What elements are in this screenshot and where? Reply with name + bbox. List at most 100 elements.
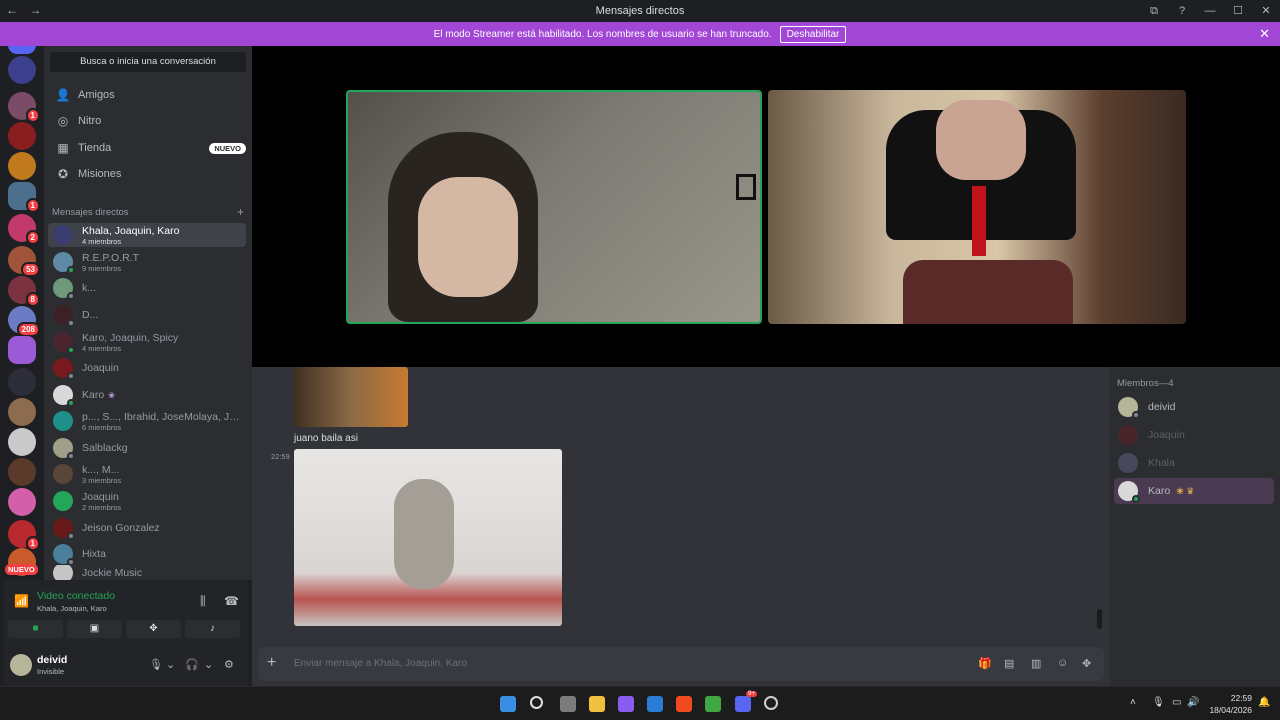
dm-item[interactable]: D... (48, 303, 246, 327)
microphone-icon[interactable]: 🎙 (149, 658, 163, 671)
microphone-icon[interactable]: 🎙 (1152, 697, 1165, 708)
server-icon[interactable] (8, 152, 36, 180)
video-tile[interactable] (768, 90, 1186, 324)
steam-icon[interactable] (764, 696, 778, 710)
sticker-icon[interactable]: ▥ (1031, 657, 1041, 670)
brave-icon[interactable] (676, 696, 692, 712)
member-item[interactable]: Karo ❀ ♛ (1114, 478, 1274, 504)
nav-label: Tienda (78, 142, 112, 154)
clock-time: 22:59 (1230, 693, 1252, 703)
server-icon[interactable]: 8 (8, 276, 40, 307)
search-input[interactable]: Busca o inicia una conversación (50, 52, 246, 72)
inbox-icon[interactable]: ⧉ (1140, 0, 1168, 22)
server-icon[interactable]: 53 (8, 246, 40, 277)
chevron-down-icon[interactable]: ⌄ (166, 658, 175, 671)
server-icon[interactable] (8, 458, 36, 486)
dm-item[interactable]: Karo, Joaquin, Spicy 4 miembros (48, 330, 246, 354)
server-icon[interactable] (8, 488, 36, 516)
server-icon[interactable]: 1 (8, 92, 40, 123)
clock[interactable]: 22:59 18/04/2026 (1209, 692, 1252, 716)
chevron-down-icon[interactable]: ⌄ (204, 658, 213, 671)
server-icon[interactable] (8, 56, 36, 84)
maximize-button[interactable]: ☐ (1224, 0, 1252, 22)
help-icon[interactable]: ? (1168, 0, 1196, 22)
unread-badge: 1 (25, 108, 40, 123)
dm-item[interactable]: p..., S..., Ibrahid, JoseMolaya, Jud... 6… (48, 409, 246, 433)
close-window-button[interactable]: ✕ (1252, 0, 1280, 22)
dm-item[interactable]: Salblackg (48, 436, 246, 460)
user-status: Invisible (37, 667, 65, 676)
discord-taskbar-icon[interactable]: 9+ (735, 691, 757, 712)
unread-badge: 2 (25, 230, 40, 245)
minimize-button[interactable]: — (1196, 0, 1224, 22)
dm-item[interactable]: Karo ❀ (48, 383, 246, 407)
headphones-icon[interactable]: 🎧 (185, 658, 199, 671)
dm-item[interactable]: Joaquin (48, 356, 246, 380)
server-icon[interactable] (8, 368, 36, 396)
search-icon[interactable] (530, 696, 543, 709)
dm-item[interactable]: R.E.P.O.R.T 9 miembros (48, 250, 246, 274)
camera-button[interactable]: ■ (8, 620, 63, 638)
dm-item[interactable]: Hixta (48, 542, 246, 566)
dm-item[interactable]: Jeison Gonzalez (48, 516, 246, 540)
noise-suppression-icon[interactable]: ⫼ (200, 594, 206, 609)
avatar (53, 385, 75, 407)
dm-item[interactable]: Joaquin 2 miembros (48, 489, 246, 513)
screen-share-button[interactable]: ▣ (67, 620, 122, 638)
server-icon[interactable]: 1 (8, 182, 40, 213)
member-badges: ❀ ♛ (1176, 485, 1195, 496)
file-explorer-icon[interactable] (589, 696, 605, 712)
scrollbar-thumb[interactable] (1097, 609, 1102, 629)
server-icon[interactable] (8, 122, 36, 150)
disable-button[interactable]: Deshabilitar (779, 25, 847, 43)
dm-item[interactable]: Jockie Music (48, 565, 246, 580)
server-icon[interactable] (8, 398, 36, 426)
network-icon[interactable]: ▭ (1172, 697, 1181, 708)
close-icon[interactable]: ✕ (1259, 26, 1270, 42)
soundboard-button[interactable]: ♪ (185, 620, 240, 638)
voice-channel[interactable]: Khala, Joaquin, Karo (37, 604, 107, 613)
copilot-icon[interactable] (618, 696, 634, 712)
dm-name: k... (82, 282, 97, 294)
member-item[interactable]: Joaquin (1114, 422, 1274, 448)
avatar (53, 544, 75, 566)
dm-item[interactable]: k... (48, 276, 246, 300)
gear-icon[interactable]: ⚙ (224, 658, 234, 671)
server-icon[interactable] (8, 336, 36, 364)
nav-shop[interactable]: ▦ Tienda NUEVO (50, 136, 246, 160)
message-input[interactable]: + Enviar mensaje a Khala, Joaquin, Karo … (258, 647, 1104, 681)
minecraft-icon[interactable] (705, 696, 721, 712)
server-icon[interactable]: 208 (8, 306, 40, 337)
avatar[interactable] (10, 654, 32, 676)
notification-bell-icon[interactable]: 🔔 (1258, 697, 1270, 708)
server-icon[interactable] (8, 428, 36, 456)
windows-start-icon[interactable] (500, 696, 516, 712)
disconnect-icon[interactable]: ☎ (224, 594, 239, 608)
dm-name: k..., M... (82, 463, 120, 476)
composer: + Enviar mensaje a Khala, Joaquin, Karo … (252, 641, 1110, 686)
task-view-icon[interactable] (560, 696, 576, 712)
chevron-up-icon[interactable]: ˄ (1130, 697, 1136, 708)
create-dm-button[interactable]: + (237, 206, 244, 218)
apps-icon[interactable]: ✥ (1082, 657, 1091, 670)
nav-nitro[interactable]: ◎ Nitro (50, 109, 246, 133)
nav-quests[interactable]: ✪ Misiones (50, 162, 246, 186)
add-attachment-icon[interactable]: + (267, 654, 276, 672)
store-icon[interactable] (647, 696, 663, 712)
server-icon[interactable]: 1 (8, 520, 40, 551)
emoji-icon[interactable]: ☺ (1057, 657, 1068, 669)
nav-friends[interactable]: 👤 Amigos (50, 83, 246, 107)
video-tile[interactable] (346, 90, 762, 324)
activity-button[interactable]: ✥ (126, 620, 181, 638)
volume-icon[interactable]: 🔊 (1187, 697, 1199, 708)
dm-item[interactable]: k..., M... 3 miembros (48, 462, 246, 486)
member-item[interactable]: Khala (1114, 450, 1274, 476)
gif-image[interactable] (294, 367, 408, 427)
gif-icon[interactable]: ▤ (1004, 657, 1014, 670)
gif-image[interactable] (294, 449, 562, 626)
member-item[interactable]: deivid (1114, 394, 1274, 420)
server-icon[interactable]: 2 (8, 214, 40, 245)
gift-icon[interactable]: 🎁 (978, 657, 992, 670)
dm-item[interactable]: Khala, Joaquin, Karo 4 miembros (48, 223, 246, 247)
signal-icon[interactable]: 📶 (14, 594, 29, 608)
